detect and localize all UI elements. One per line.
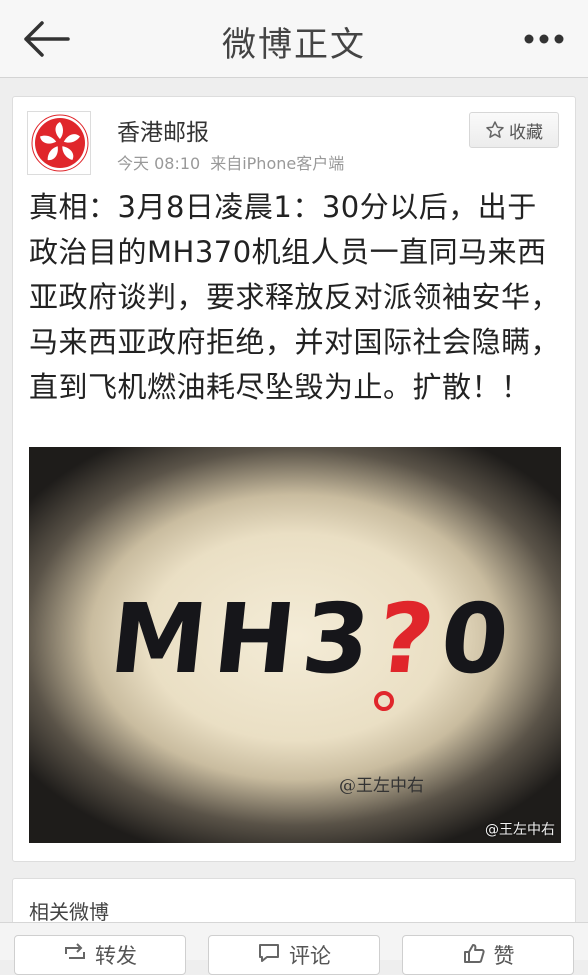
like-label: 赞: [493, 944, 515, 968]
post-meta: 今天 08:10 来自iPhone客户端: [117, 150, 344, 174]
thumbs-up-icon: [463, 944, 485, 963]
navbar: 微博正文: [0, 0, 588, 78]
bottom-action-bar: 转发 评论 赞: [0, 922, 588, 975]
repost-label: 转发: [95, 944, 137, 968]
red-question-mark-icon: [374, 691, 394, 711]
comment-button[interactable]: 评论: [208, 935, 380, 975]
post-card: 香港邮报 今天 08:10 来自iPhone客户端 收藏 真相：3月8日凌晨1：3…: [12, 96, 576, 862]
related-title[interactable]: 相关微博: [29, 896, 109, 925]
avatar[interactable]: [27, 111, 91, 175]
comment-label: 评论: [289, 944, 331, 968]
comment-icon: [259, 944, 279, 962]
repost-icon: [65, 943, 85, 959]
image-signature: @王左中右: [339, 776, 424, 796]
page-title: 微博正文: [222, 25, 366, 65]
post-time: 今天 08:10: [117, 154, 201, 173]
like-button[interactable]: 赞: [402, 935, 574, 975]
post-text: 真相：3月8日凌晨1：30分以后，出于政治目的MH370机组人员一直同马来西亚政…: [29, 190, 561, 404]
post-source: 来自iPhone客户端: [210, 154, 345, 173]
star-icon: [486, 121, 504, 138]
image-watermark: @王左中右: [485, 822, 555, 838]
more-dots-icon[interactable]: [522, 28, 566, 50]
favorite-label: 收藏: [509, 122, 543, 143]
favorite-button[interactable]: 收藏: [469, 112, 559, 148]
repost-button[interactable]: 转发: [14, 935, 186, 975]
author-name[interactable]: 香港邮报: [117, 113, 209, 147]
bauhinia-logo-icon: [31, 114, 89, 172]
post-image[interactable]: MH3?0 @王左中右 @王左中右: [29, 447, 561, 843]
